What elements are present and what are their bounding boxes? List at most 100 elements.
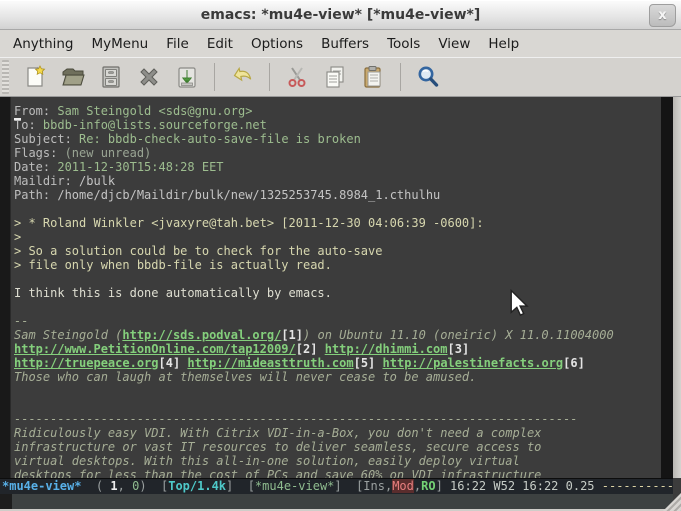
buffer-line: infrastructure or vast IT resources to d… [14, 440, 661, 454]
close-buffer-button[interactable] [133, 61, 165, 93]
text-segment: -- [14, 314, 28, 328]
text-segment: Re: bbdb-check-auto-save-file is broken [79, 132, 361, 146]
copy-icon [322, 64, 348, 90]
menu-tools[interactable]: Tools [378, 33, 429, 55]
file-cabinet-icon [98, 64, 124, 90]
buffer-line: Sam Steingold (http://sds.podval.org/[1]… [14, 328, 661, 342]
cut-button[interactable] [281, 61, 313, 93]
text-segment: [2] [296, 342, 318, 356]
text-segment: virtual desktops. With this all-in-one s… [14, 454, 520, 468]
menu-view[interactable]: View [429, 33, 479, 55]
link[interactable]: http://mideasttruth.com [187, 356, 353, 370]
text-segment: Subject: [14, 132, 79, 146]
buffer-line: To: bbdb-info@lists.sourceforge.net [14, 118, 661, 132]
text-segment: Maildir: [14, 174, 79, 188]
text-segment [317, 342, 324, 356]
menu-buffers[interactable]: Buffers [312, 33, 378, 55]
text-segment: Date: [14, 160, 57, 174]
buffer-line: Date: 2011-12-30T15:48:28 EET [14, 160, 661, 174]
text-segment: Mod [392, 479, 414, 493]
undo-button[interactable] [226, 61, 258, 93]
text-segment: [1] [281, 328, 303, 342]
dired-button[interactable] [95, 61, 127, 93]
text-segment: infrastructure or vast IT resources to d… [14, 440, 541, 454]
text-segment: > * Roland Winkler <jvaxyre@tah.bet> [20… [14, 216, 484, 230]
open-file-button[interactable] [57, 61, 89, 93]
text-segment: -------------------- [602, 479, 673, 493]
buffer-line: Subject: Re: bbdb-check-auto-save-file i… [14, 132, 661, 146]
buffer-line [14, 398, 661, 412]
buffer-line: Flags: (new unread) [14, 146, 661, 160]
text-segment: *mu4e-view* [255, 479, 334, 493]
buffer-line: -- [14, 314, 661, 328]
menu-help[interactable]: Help [479, 33, 528, 55]
window-title: emacs: *mu4e-view* [*mu4e-view*] [201, 7, 481, 23]
link[interactable]: http://truepeace.org [14, 356, 159, 370]
text-segment: > So a solution could be to check for th… [14, 244, 382, 258]
close-button[interactable]: x [649, 4, 676, 27]
text-segment: Ridiculously easy VDI. With Citrix VDI-i… [14, 426, 541, 440]
right-fringe [661, 97, 673, 478]
text-segment: /home/djcb/Maildir/bulk/new/1325253745.8… [57, 188, 440, 202]
window-edge [673, 97, 681, 478]
text-segment: [5] [354, 356, 376, 370]
text-segment: To: [14, 118, 43, 132]
toolbar-separator [214, 63, 215, 91]
menu-file[interactable]: File [157, 33, 198, 55]
buffer-line: > file only when bbdb-file is actually r… [14, 258, 661, 272]
text-segment: bbdb-info@lists.sourceforge.net [43, 118, 267, 132]
link[interactable]: http://palestinefacts.org [383, 356, 564, 370]
emacs-window: emacs: *mu4e-view* [*mu4e-view*] x Anyth… [0, 0, 681, 511]
text-segment: I think this is done automatically by em… [14, 286, 332, 300]
buffer-line [14, 300, 661, 314]
link[interactable]: http://sds.podval.org/ [122, 328, 281, 342]
paste-icon [360, 64, 386, 90]
menu-mymenu[interactable]: MyMenu [83, 33, 158, 55]
text-segment: /bulk [79, 174, 115, 188]
text-segment: 16:22 W52 16:22 0.25 [450, 479, 602, 493]
toolbar [0, 57, 681, 97]
text-segment: > [14, 230, 21, 244]
minibuffer-scrollbar [0, 494, 12, 509]
text-segment: RO [421, 479, 435, 493]
cut-icon [284, 64, 310, 90]
buffer-line: I think this is done automatically by em… [14, 286, 661, 300]
modeline[interactable]: *mu4e-view* ( 1, 0) [Top/1.4k] [*mu4e-vi… [0, 478, 673, 494]
toolbar-drag-handle[interactable] [2, 60, 9, 94]
close-buffer-icon [136, 64, 162, 90]
buffer-text[interactable]: From: Sam Steingold <sds@gnu.org>To: bbd… [11, 97, 661, 478]
text-segment: [4] [159, 356, 181, 370]
copy-button[interactable] [319, 61, 351, 93]
save-button[interactable] [171, 61, 203, 93]
text-segment: ) on Ubuntu 11.10 (oneiric) X 11.0.11004… [303, 328, 614, 342]
text-segment: *mu4e-view* [2, 479, 81, 493]
menu-options[interactable]: Options [242, 33, 312, 55]
titlebar[interactable]: emacs: *mu4e-view* [*mu4e-view*] x [0, 0, 681, 30]
buffer-line: virtual desktops. With this all-in-one s… [14, 454, 661, 468]
paste-button[interactable] [357, 61, 389, 93]
resize-grip[interactable] [663, 493, 681, 511]
save-icon [174, 64, 200, 90]
link[interactable]: http://www.PetitionOnline.com/tap12009/ [14, 342, 296, 356]
text-segment: rom: [21, 104, 57, 118]
buffer-line: ----------------------------------------… [14, 412, 661, 426]
text-segment: [6] [563, 356, 585, 370]
text-segment: Top/1.4k [168, 479, 226, 493]
menu-anything[interactable]: Anything [4, 33, 83, 55]
text-segment: ) [ [139, 479, 168, 493]
buffer-line: http://truepeace.org[4] http://mideasttr… [14, 356, 661, 370]
minibuffer[interactable] [0, 494, 673, 511]
text-segment: 2011-12-30T15:48:28 EET [57, 160, 223, 174]
text-segment: Sam Steingold <sds@gnu.org> [57, 104, 252, 118]
new-file-button[interactable] [19, 61, 51, 93]
text-segment: , [118, 479, 132, 493]
menubar: Anything MyMenu File Edit Options Buffer… [0, 30, 681, 57]
buffer-line: Those who can laugh at themselves will n… [14, 370, 661, 384]
menu-edit[interactable]: Edit [198, 33, 242, 55]
buffer-line: Ridiculously easy VDI. With Citrix VDI-i… [14, 426, 661, 440]
search-icon [415, 64, 441, 90]
link[interactable]: http://dhimmi.com [325, 342, 448, 356]
search-button[interactable] [412, 61, 444, 93]
text-segment: ( [81, 479, 110, 493]
vertical-scrollbar[interactable] [0, 97, 11, 478]
